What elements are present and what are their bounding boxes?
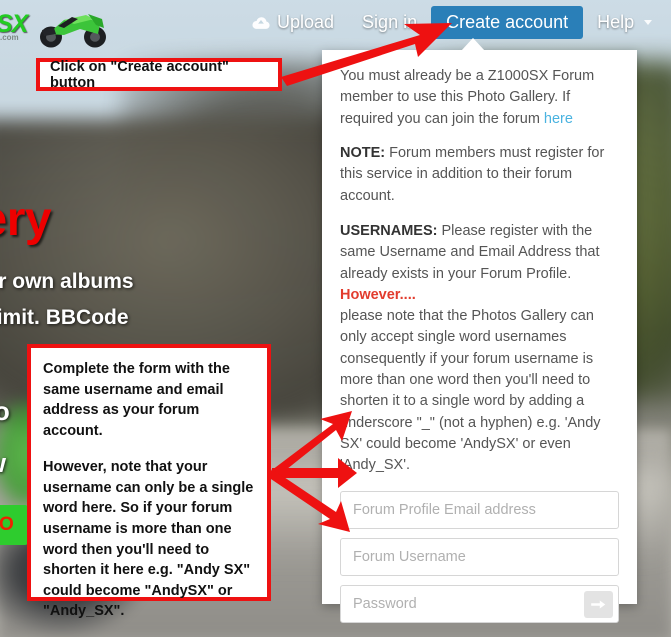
nav-item-upload[interactable]: Upload [238,7,348,38]
nav-item-signin[interactable]: Sign in [348,7,431,38]
arrow-right-icon [591,600,606,609]
hero-partial-view: ew [0,448,6,479]
password-field[interactable] [341,585,618,622]
panel-note-label: NOTE: [340,144,386,161]
page-root: os Gallery mepage. Add your own albums e… [0,0,671,637]
password-field-wrap[interactable] [340,584,619,623]
panel-however-emphasis: However.... [340,286,416,303]
nav-item-help[interactable]: Help [583,7,666,38]
username-field-wrap[interactable] [340,537,619,576]
nav-label-create-account: Create account [446,12,569,32]
site-logo[interactable]: SX .com [0,0,112,48]
panel-usernames-paragraph: USERNAMES: Please register with the same… [340,221,619,477]
panel-note-paragraph: NOTE: Forum members must register for th… [340,143,619,207]
panel-pointer-caret [461,38,485,51]
email-field[interactable] [341,491,618,528]
annotation-click-create-account: Click on "Create account" button [36,58,282,91]
panel-intro-paragraph: You must already be a Z1000SX Forum memb… [340,66,619,130]
nav-label-help: Help [597,12,635,32]
annotation-form-instructions: Complete the form with the same username… [27,344,271,619]
top-navigation: SX .com Upload Sign in Create account He… [0,0,671,48]
hero-partial-for: Fo [0,396,10,426]
nav-item-create-account[interactable]: Create account [431,6,584,39]
create-account-panel: You must already be a Z1000SX Forum memb… [322,50,637,637]
username-field[interactable] [341,538,618,575]
terms-row: By signing up you agree to our Terms of … [340,634,619,637]
panel-usernames-text-2: please note that the Photos Gallery can … [340,308,601,474]
join-forum-link[interactable]: here [544,111,573,127]
cloud-upload-icon [252,16,270,29]
nav-items: Upload Sign in Create account Help EN [238,6,671,39]
nav-item-language[interactable]: EN [666,7,671,38]
logo-domain: .com [0,33,19,42]
submit-button[interactable] [584,590,613,618]
nav-label-signin: Sign in [362,12,418,32]
nav-label-upload: Upload [277,12,335,32]
email-field-wrap[interactable] [340,490,619,529]
hero-cta-button[interactable]: OTO [0,505,29,545]
chevron-down-icon [644,20,653,25]
motorcycle-icon [40,14,106,48]
panel-usernames-label: USERNAMES: [340,222,438,239]
annotation-paragraph-2: However, note that your username can onl… [43,459,254,620]
annotation-paragraph-1: Complete the form with the same username… [43,361,230,439]
